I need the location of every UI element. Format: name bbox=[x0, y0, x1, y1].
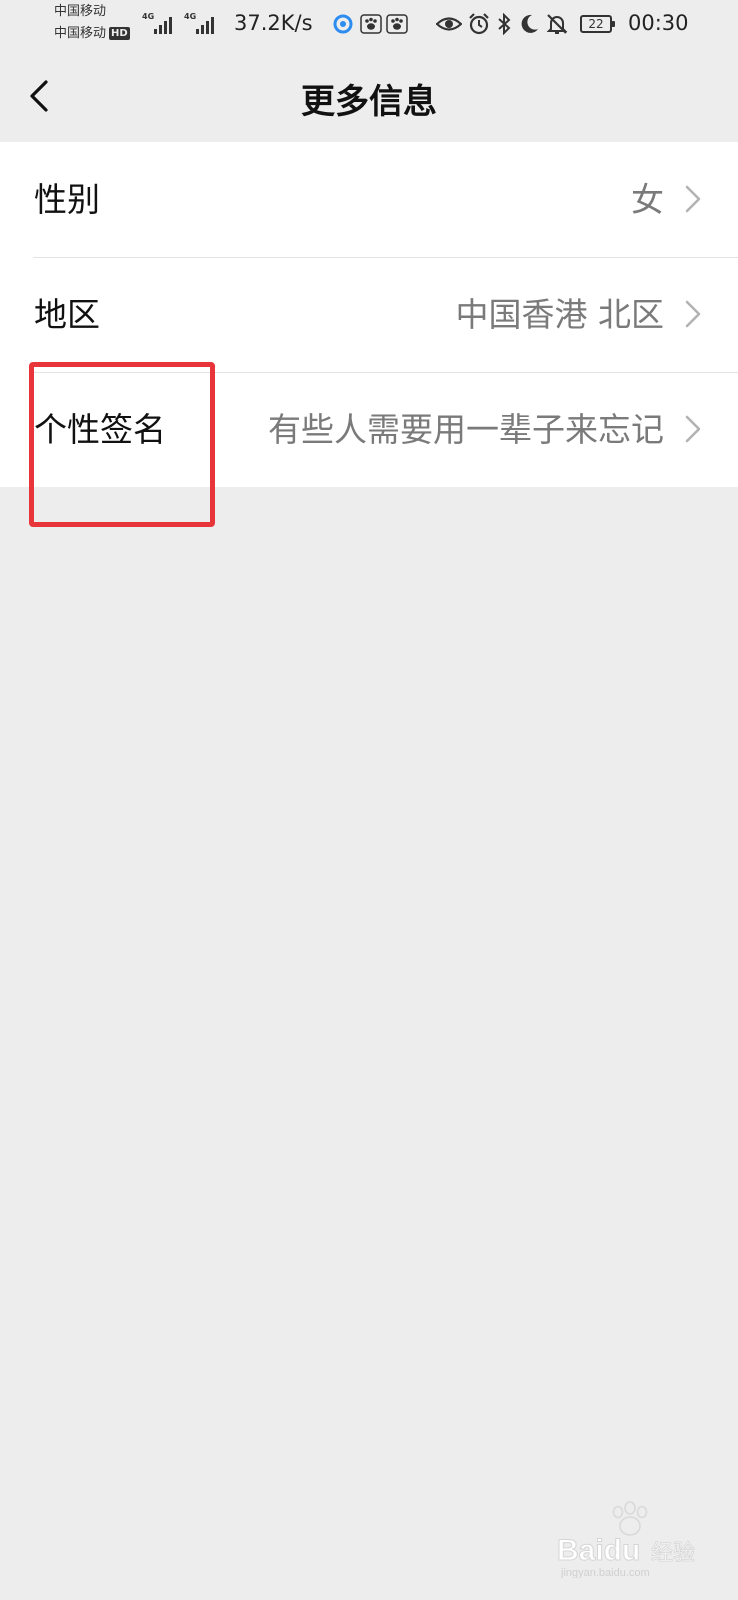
baidu-app-icon bbox=[360, 14, 382, 34]
watermark-brand: Baidu bbox=[557, 1534, 640, 1567]
baidu-watermark-logo: Baidu 经验 jingyan.baidu.com bbox=[557, 1501, 695, 1578]
battery-icon: 22 bbox=[580, 15, 615, 33]
alarm-icon bbox=[469, 13, 489, 35]
row-gender[interactable]: 性别 女 bbox=[0, 142, 738, 257]
chevron-right-icon bbox=[685, 415, 701, 443]
bluetooth-icon bbox=[498, 13, 511, 35]
row-signature-value: 有些人需要用一辈子来忘记 bbox=[268, 410, 664, 449]
watermark-suffix: 经验 bbox=[651, 1541, 695, 1566]
eye-icon bbox=[436, 17, 462, 31]
baidu-app-icon bbox=[386, 14, 408, 34]
qq-browser-icon bbox=[333, 14, 353, 34]
nav-bar: 更多信息 bbox=[0, 50, 738, 142]
signal-bars-icon bbox=[196, 17, 214, 34]
status-bar: 中国移动 中国移动 HD 4G 4G 37.2K/s 22 00:30 bbox=[0, 0, 738, 50]
row-gender-label: 性别 bbox=[34, 180, 100, 219]
network-type-1: 4G bbox=[142, 12, 155, 21]
chevron-right-icon bbox=[685, 300, 701, 328]
carrier-2-row: 中国移动 HD bbox=[54, 26, 130, 42]
row-gender-value: 女 bbox=[631, 180, 664, 219]
chevron-right-icon bbox=[685, 185, 701, 213]
signal-bars-icon bbox=[154, 17, 172, 34]
hd-badge: HD bbox=[109, 27, 130, 40]
moon-icon bbox=[521, 14, 538, 33]
watermark-url: jingyan.baidu.com bbox=[560, 1567, 650, 1578]
highlight-box bbox=[29, 362, 215, 527]
page-title: 更多信息 bbox=[301, 82, 437, 122]
status-time: 00:30 bbox=[628, 11, 689, 35]
network-type-2: 4G bbox=[184, 12, 197, 21]
carrier-1-label: 中国移动 bbox=[54, 4, 107, 19]
mute-bell-icon bbox=[546, 14, 568, 34]
carrier-2-label: 中国移动 bbox=[54, 26, 107, 41]
row-region-value: 中国香港 北区 bbox=[455, 295, 665, 334]
row-region-label: 地区 bbox=[34, 295, 100, 334]
network-speed: 37.2K/s bbox=[234, 11, 313, 35]
row-region[interactable]: 地区 中国香港 北区 bbox=[0, 257, 738, 372]
